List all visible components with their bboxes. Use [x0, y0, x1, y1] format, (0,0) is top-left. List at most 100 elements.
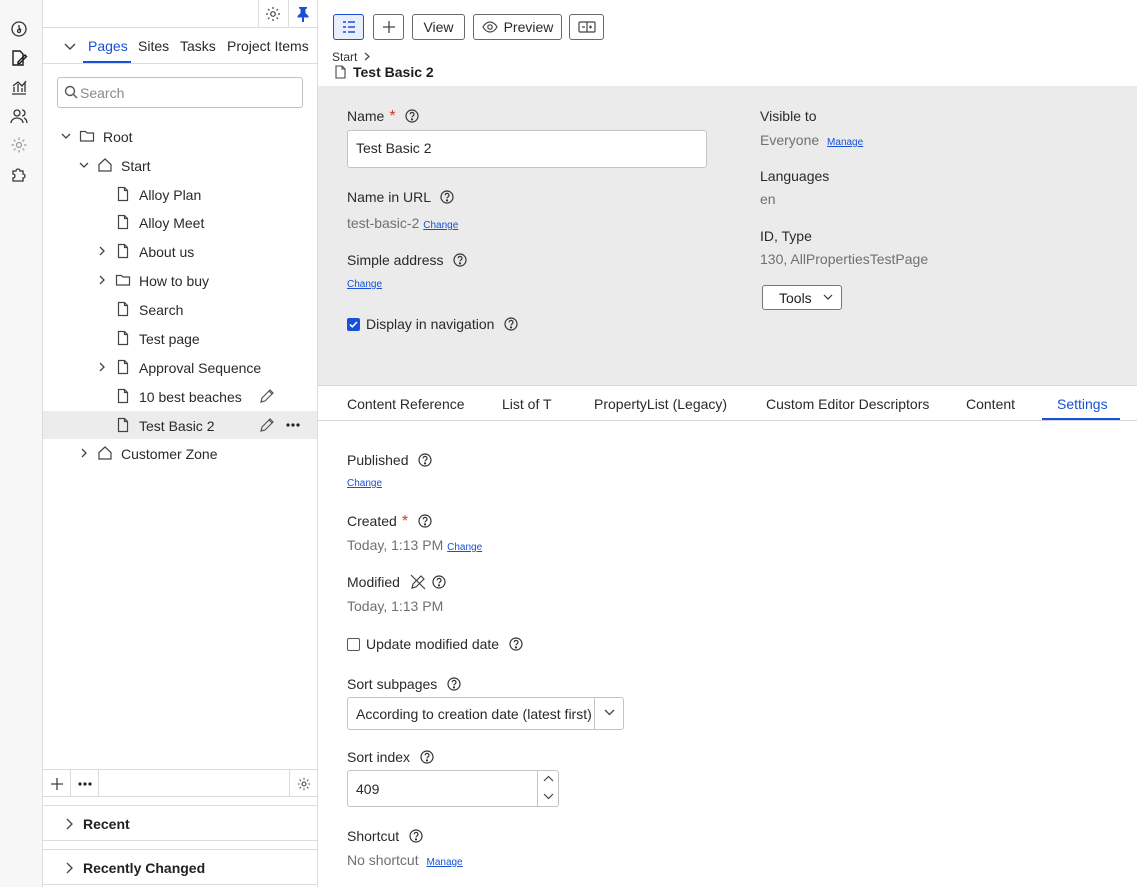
search-box[interactable]	[57, 77, 303, 108]
tree-item-10-best-beaches[interactable]: 10 best beaches	[43, 382, 317, 410]
chevron-down-icon[interactable]	[543, 793, 554, 800]
gear-icon	[265, 7, 280, 21]
display-nav-row[interactable]: Display in navigation	[347, 316, 518, 332]
tree-item-about-us[interactable]: About us	[43, 237, 317, 265]
tree-item-test-page[interactable]: Test page	[43, 324, 317, 352]
tab-sites[interactable]: Sites	[138, 38, 169, 54]
help-icon[interactable]	[453, 253, 467, 267]
tree-item-root[interactable]: Root	[43, 122, 317, 150]
tab-propertylist-legacy[interactable]: PropertyList (Legacy)	[594, 396, 727, 412]
display-nav-checkbox[interactable]	[347, 318, 360, 331]
tree-item-alloy-meet[interactable]: Alloy Meet	[43, 208, 317, 236]
tab-pages[interactable]: Pages	[88, 38, 128, 54]
tab-settings[interactable]: Settings	[1057, 396, 1108, 412]
help-icon[interactable]	[405, 109, 420, 123]
tab-content-reference[interactable]: Content Reference	[347, 396, 465, 412]
add-button[interactable]	[43, 770, 71, 797]
more-actions-button[interactable]	[71, 770, 99, 797]
tree-item-search[interactable]: Search	[43, 295, 317, 323]
tree-item-alloy-plan[interactable]: Alloy Plan	[43, 180, 317, 208]
manage-shortcut-link[interactable]: Manage	[426, 857, 462, 868]
help-icon[interactable]	[418, 453, 432, 467]
update-modified-row[interactable]: Update modified date	[347, 636, 523, 652]
published-label: Published	[347, 452, 409, 468]
change-url-link[interactable]: Change	[423, 220, 458, 231]
sort-index-label-row: Sort index	[347, 749, 434, 765]
users-icon[interactable]	[10, 107, 28, 125]
manage-access-link[interactable]: Manage	[827, 137, 863, 148]
nav-pane-footer	[43, 769, 317, 797]
change-simple-address-link[interactable]: Change	[347, 279, 382, 290]
page-icon	[117, 214, 129, 230]
tab-content[interactable]: Content	[966, 396, 1015, 412]
tree-item-label: Start	[121, 158, 151, 174]
tree-item-label: How to buy	[139, 273, 210, 289]
pencil-edit-icon[interactable]	[259, 388, 275, 404]
breadcrumb-start[interactable]: Start	[332, 50, 357, 64]
help-icon[interactable]	[409, 829, 423, 843]
shortcut-label: Shortcut	[347, 828, 400, 844]
tree-item-label: Alloy Plan	[139, 187, 202, 203]
tools-dropdown-button[interactable]: Tools	[762, 285, 842, 310]
help-icon[interactable]	[440, 190, 455, 204]
help-icon[interactable]	[420, 750, 434, 764]
chevron-right-icon[interactable]	[96, 245, 108, 257]
help-icon[interactable]	[447, 677, 461, 691]
change-published-link[interactable]: Change	[347, 478, 382, 489]
pane-settings-button[interactable]	[258, 0, 286, 28]
chevron-down-icon	[604, 709, 615, 716]
name-input[interactable]	[356, 140, 696, 156]
search-input[interactable]	[80, 82, 295, 104]
addons-puzzle-icon[interactable]	[10, 165, 28, 183]
chevron-down-icon[interactable]	[60, 130, 72, 142]
view-button[interactable]: View	[412, 14, 465, 40]
change-created-link[interactable]: Change	[447, 542, 482, 553]
help-icon[interactable]	[504, 317, 518, 331]
preview-button[interactable]: Preview	[473, 14, 562, 40]
tab-list-of-t[interactable]: List of T	[502, 396, 552, 412]
help-icon[interactable]	[509, 637, 523, 651]
shortcut-value: No shortcut	[347, 852, 419, 868]
help-icon[interactable]	[432, 575, 446, 589]
recent-section[interactable]: Recent	[43, 805, 317, 841]
pin-pane-button[interactable]	[288, 0, 316, 28]
dashboard-icon[interactable]	[10, 20, 28, 38]
page-icon	[117, 330, 129, 346]
tree-item-how-to-buy[interactable]: How to buy	[43, 266, 317, 294]
sort-subpages-select[interactable]: According to creation date (latest first…	[347, 697, 624, 730]
tab-custom-editor-descriptors[interactable]: Custom Editor Descriptors	[766, 396, 929, 412]
name-label-row: Name *	[347, 108, 420, 126]
chevron-down-icon[interactable]	[64, 43, 76, 51]
sort-index-stepper[interactable]: 409	[347, 770, 559, 807]
footer-settings-button[interactable]	[289, 770, 317, 797]
chevron-down-icon[interactable]	[78, 159, 90, 171]
chevron-right-icon[interactable]	[78, 447, 90, 459]
analytics-icon[interactable]	[10, 78, 28, 96]
gear-icon	[297, 777, 310, 790]
sort-subpages-value: According to creation date (latest first…	[356, 706, 592, 722]
more-options-icon[interactable]	[285, 417, 301, 433]
all-properties-view-button[interactable]	[333, 14, 364, 40]
tree-item-approval-sequence[interactable]: Approval Sequence	[43, 353, 317, 381]
update-modified-checkbox[interactable]	[347, 638, 360, 651]
pencil-edit-icon[interactable]	[259, 417, 275, 433]
nav-pane-header	[43, 0, 317, 28]
properties-panel: Name* Name in URL test-basic-2 Change Si…	[318, 86, 1137, 386]
tab-tasks[interactable]: Tasks	[180, 38, 216, 54]
name-field[interactable]	[347, 130, 707, 168]
chevron-right-icon[interactable]	[96, 361, 108, 373]
tree-item-customer-zone[interactable]: Customer Zone	[43, 439, 317, 467]
settings-icon[interactable]	[10, 136, 28, 154]
chevron-right-icon[interactable]	[96, 274, 108, 286]
help-icon[interactable]	[418, 514, 432, 528]
chevron-up-icon[interactable]	[543, 775, 554, 782]
tree-item-test-basic-2[interactable]: Test Basic 2	[43, 411, 317, 439]
tree-item-start[interactable]: Start	[43, 151, 317, 179]
compare-button[interactable]	[569, 14, 604, 40]
page-icon	[117, 186, 129, 202]
recently-changed-section[interactable]: Recently Changed	[43, 849, 317, 885]
tab-project-items[interactable]: Project Items	[227, 38, 309, 54]
sort-subpages-label: Sort subpages	[347, 676, 438, 692]
create-content-button[interactable]	[373, 14, 404, 40]
cms-edit-icon[interactable]	[10, 49, 28, 67]
